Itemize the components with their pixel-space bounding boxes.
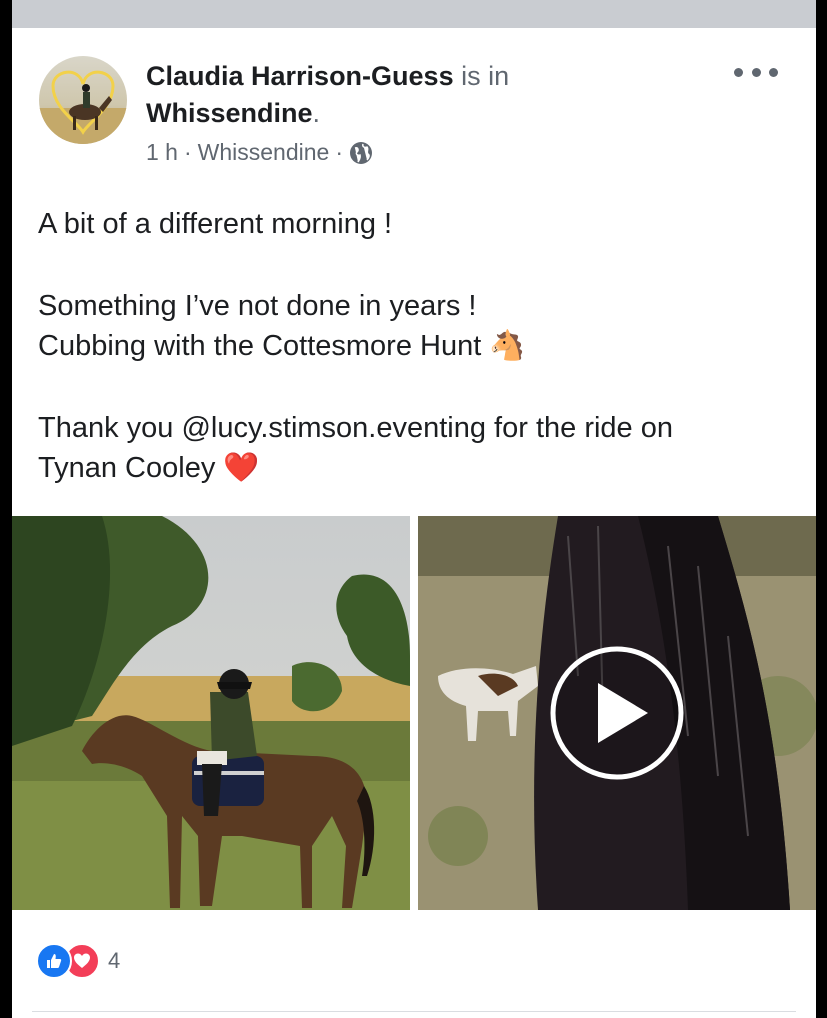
author-name[interactable]: Claudia Harrison-Guess <box>146 61 454 91</box>
post-line: Something I’ve not done in years ! <box>38 290 477 322</box>
reaction-count[interactable]: 4 <box>108 948 120 974</box>
divider <box>32 1011 796 1012</box>
heart-emoji-icon: ❤️ <box>223 452 260 484</box>
globe-icon <box>349 141 373 165</box>
meta-separator: · <box>335 139 344 165</box>
post-line-text: Tynan Cooley <box>38 452 216 484</box>
like-icon <box>36 943 72 979</box>
post-line: Cubbing with the Cottesmore Hunt 🐴 <box>38 326 798 366</box>
post-line: Thank you @lucy.stimson.eventing for the… <box>38 408 798 488</box>
location-link[interactable]: Whissendine <box>146 98 313 128</box>
avatar-image <box>39 70 127 144</box>
post-meta: 1 h · Whissendine · <box>146 139 373 166</box>
post-header-text: Claudia Harrison-Guess is in Whissendine… <box>146 58 706 132</box>
post-line: A bit of a different morning ! <box>38 208 393 240</box>
dot-icon <box>769 67 778 77</box>
post-line-text: Thank you @lucy.stimson.eventing for the… <box>38 412 673 444</box>
more-options-button[interactable] <box>734 62 778 82</box>
post-line-text: Cubbing with the Cottesmore Hunt <box>38 330 482 362</box>
post-card: Claudia Harrison-Guess is in Whissendine… <box>12 28 816 1018</box>
horse-rider-photo <box>12 516 410 910</box>
meta-separator: · <box>183 139 192 165</box>
post-video[interactable] <box>418 516 816 910</box>
horse-mane-video-thumbnail <box>418 516 816 910</box>
reactions-summary[interactable]: 4 <box>36 943 120 979</box>
dot-icon <box>734 67 743 77</box>
post-text: A bit of a different morning ! Something… <box>38 204 798 488</box>
meta-location[interactable]: Whissendine <box>198 139 330 166</box>
avatar[interactable] <box>39 56 127 144</box>
top-bar <box>12 0 816 28</box>
dot-icon <box>751 67 761 77</box>
post-photo[interactable] <box>12 516 410 910</box>
horse-emoji-icon: 🐴 <box>489 330 526 362</box>
is-in-text: is in <box>461 61 510 91</box>
period-text: . <box>312 98 321 128</box>
post-time[interactable]: 1 h <box>146 139 178 166</box>
